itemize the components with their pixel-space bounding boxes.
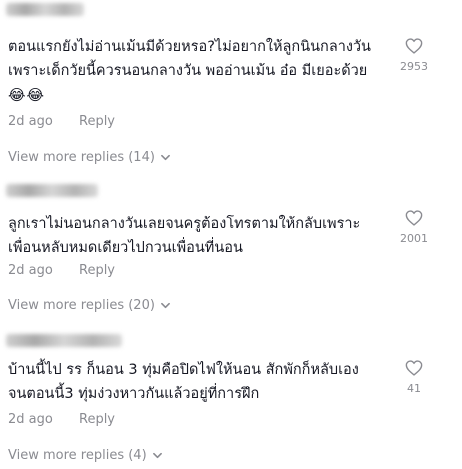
- view-more-replies-label: View more replies (4): [8, 448, 147, 463]
- comment-text: ตอนแรกยังไม่อ่านเม้นมีด้วยหรอ?ไม่อยากให้…: [8, 35, 388, 107]
- username-blurred[interactable]: [6, 184, 98, 197]
- heart-icon: [405, 360, 423, 376]
- comment-text-line: จนตอนนี้3 ทุ่มง่วงหาวกันแล้วอยู่ที่การฝึ…: [8, 386, 260, 402]
- view-more-replies-button[interactable]: View more replies (14): [8, 150, 170, 165]
- view-more-replies-label: View more replies (20): [8, 298, 155, 313]
- chevron-down-icon: [152, 452, 162, 459]
- reply-button[interactable]: Reply: [79, 412, 115, 427]
- view-more-replies-label: View more replies (14): [8, 150, 155, 165]
- comment-text-line: ตอนแรกยังไม่อ่านเม้นมีด้วยหรอ?ไม่อยากให้…: [8, 39, 371, 55]
- username-blurred[interactable]: [6, 334, 122, 347]
- chevron-down-icon: [161, 154, 170, 161]
- comment-text-line: บ้านนี้ไป รร ก็นอน 3 ทุ่มคือปิดไฟให้นอน …: [8, 362, 359, 378]
- heart-icon: [405, 210, 423, 226]
- reply-button[interactable]: Reply: [79, 114, 115, 129]
- comment-date: 2d ago: [8, 263, 53, 278]
- like-count: 2953: [400, 60, 428, 73]
- chevron-down-icon: [161, 302, 170, 309]
- comment-meta: 2d ago Reply: [8, 412, 115, 427]
- laughing-emoji: 😂😂: [8, 86, 46, 104]
- like-button[interactable]: 2953: [392, 38, 436, 73]
- heart-icon: [405, 38, 423, 54]
- comment-text-line: เพื่อนหลับหมดเดียวไปกวนเพื่อนที่นอน: [8, 240, 243, 256]
- comment-text-line: เพราะเด็กวัยนี้ควรนอนกลางวัน พออ่านเม้น …: [8, 63, 368, 79]
- comment-text-line: ลูกเราไม่นอนกลางวันเลยจนครูต้องโทรตามให้…: [8, 216, 361, 232]
- reply-button[interactable]: Reply: [79, 263, 115, 278]
- comment-text: บ้านนี้ไป รร ก็นอน 3 ทุ่มคือปิดไฟให้นอน …: [8, 358, 388, 406]
- like-button[interactable]: 41: [392, 360, 436, 395]
- like-count: 2001: [400, 232, 428, 245]
- comment-meta: 2d ago Reply: [8, 263, 115, 278]
- username-blurred[interactable]: [6, 3, 84, 16]
- comment-date: 2d ago: [8, 114, 53, 129]
- view-more-replies-button[interactable]: View more replies (4): [8, 448, 162, 463]
- like-count: 41: [407, 382, 421, 395]
- like-button[interactable]: 2001: [392, 210, 436, 245]
- view-more-replies-button[interactable]: View more replies (20): [8, 298, 170, 313]
- comment-text: ลูกเราไม่นอนกลางวันเลยจนครูต้องโทรตามให้…: [8, 212, 388, 260]
- comment-date: 2d ago: [8, 412, 53, 427]
- comment-meta: 2d ago Reply: [8, 114, 115, 129]
